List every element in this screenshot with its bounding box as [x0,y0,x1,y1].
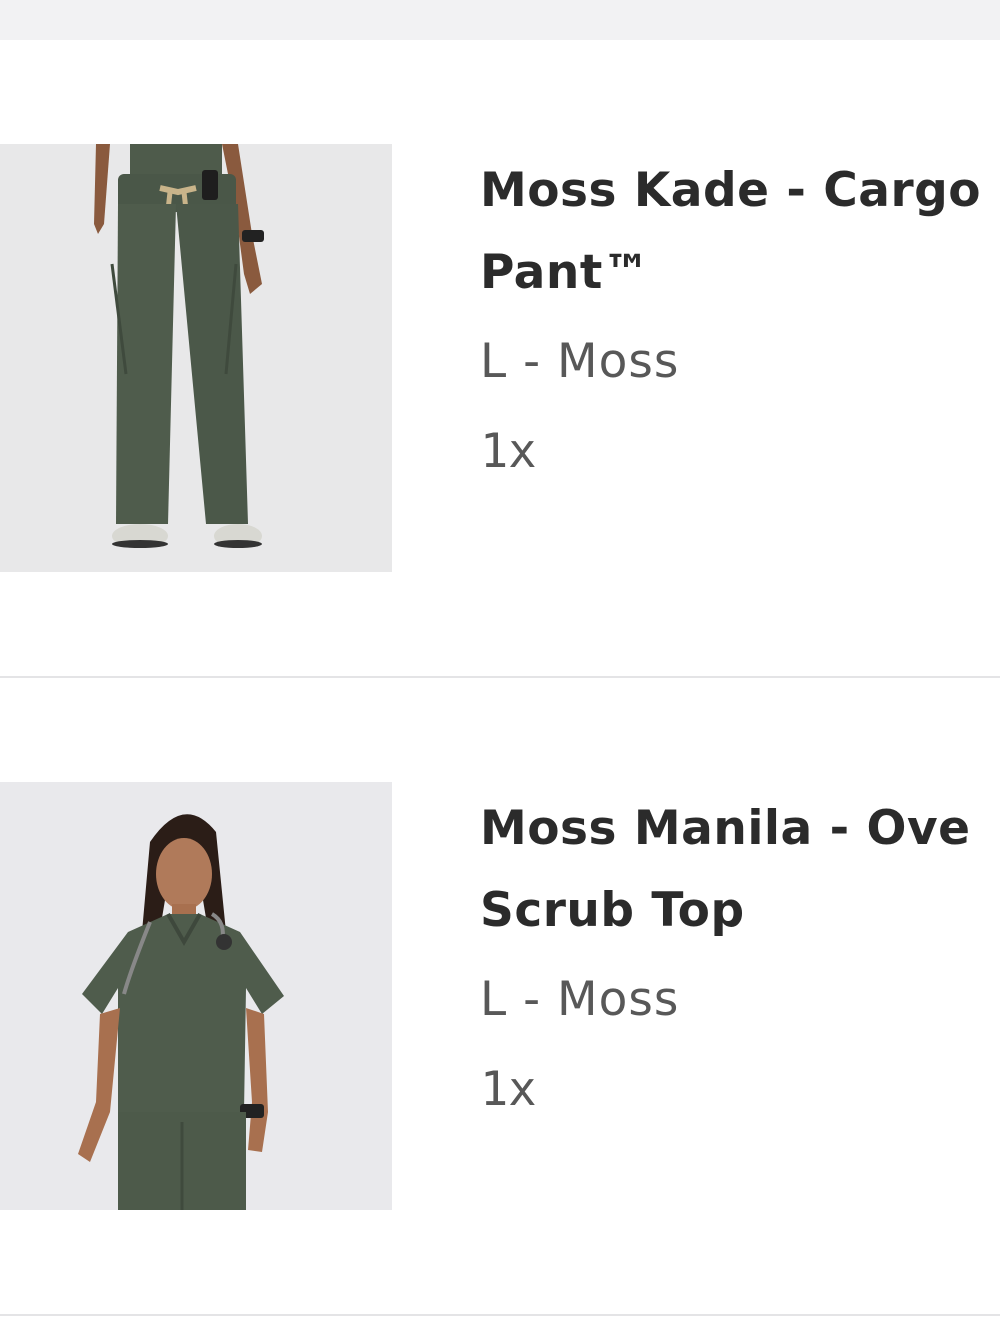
item-divider [0,1314,1000,1316]
product-variant: L - Moss [480,972,680,1027]
item-info: Moss Manila - Ove Scrub Top L - Moss 1x [480,788,1000,1140]
product-title-line: Pant™ [480,245,651,300]
product-quantity: 1x [480,1062,537,1117]
product-photo-top-icon [0,782,392,1210]
cart-item[interactable]: Moss Manila - Ove Scrub Top L - Moss 1x [0,678,1000,1314]
product-photo-pants-icon [0,144,392,572]
product-title-line: Moss Kade - Cargo [480,163,982,218]
product-quantity: 1x [480,424,537,479]
cart-item[interactable]: Moss Kade - Cargo Pant™ L - Moss 1x [0,40,1000,676]
top-strip [0,0,1000,40]
product-title-line: Scrub Top [480,883,745,938]
product-variant: L - Moss [480,334,680,389]
product-image[interactable] [0,782,392,1210]
product-title-line: Moss Manila - Ove [480,801,971,856]
product-title[interactable]: Moss Manila - Ove Scrub Top [480,788,1000,952]
product-image[interactable] [0,144,392,572]
product-title[interactable]: Moss Kade - Cargo Pant™ [480,150,1000,314]
item-info: Moss Kade - Cargo Pant™ L - Moss 1x [480,150,1000,502]
